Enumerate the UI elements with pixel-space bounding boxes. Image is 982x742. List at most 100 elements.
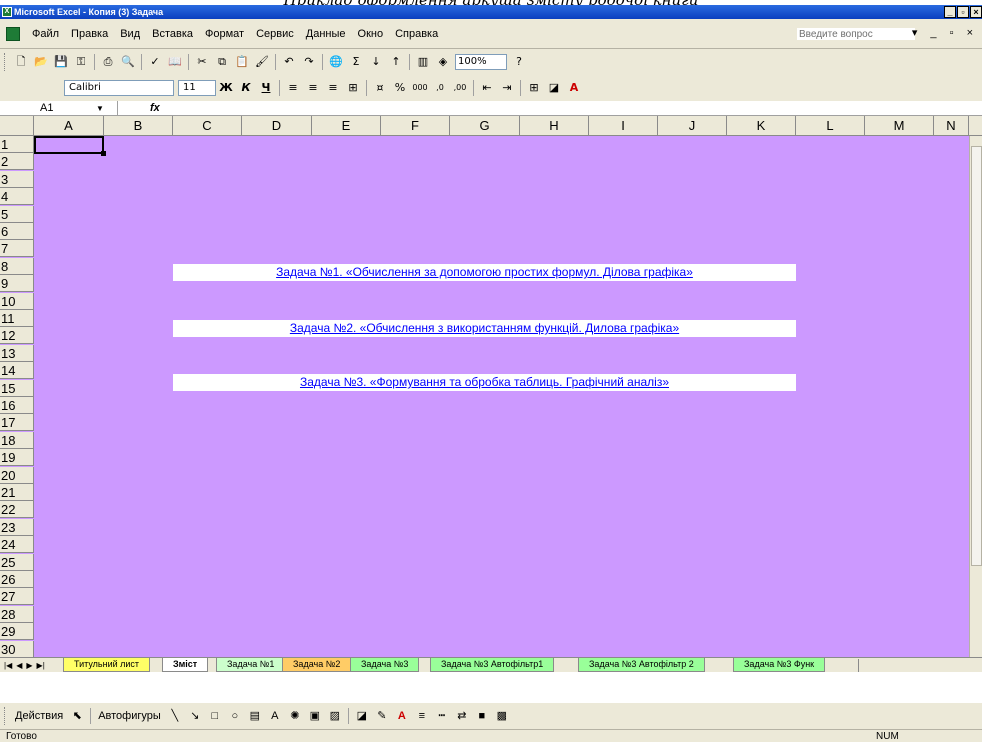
- menu-view[interactable]: Вид: [114, 28, 146, 40]
- row-header[interactable]: 27: [0, 588, 34, 606]
- format-painter-icon[interactable]: 🖌: [254, 54, 270, 70]
- help-question-input[interactable]: Введите вопрос: [796, 27, 916, 41]
- row-header[interactable]: 29: [0, 623, 34, 641]
- row-header[interactable]: 12: [0, 327, 34, 345]
- sheet-tab[interactable]: Задача №3 Функ: [733, 658, 826, 672]
- open-icon[interactable]: 📂: [33, 54, 49, 70]
- column-header[interactable]: J: [658, 116, 727, 136]
- sheet-tab[interactable]: Титульний лист: [63, 658, 151, 672]
- autosum-icon[interactable]: Σ: [348, 54, 364, 70]
- workbook-icon[interactable]: [6, 26, 20, 41]
- percent-icon[interactable]: %: [392, 80, 408, 96]
- print-icon[interactable]: ⎙: [100, 54, 116, 70]
- spelling-icon[interactable]: ✓: [147, 54, 163, 70]
- worksheet-grid[interactable]: A B C D E F G H I J K L M N 1 2 3 4 5 6 7 8 9 10 1…: [0, 116, 982, 657]
- row-header[interactable]: 17: [0, 414, 34, 432]
- toolbar-grip[interactable]: [4, 53, 7, 71]
- autoshapes-menu[interactable]: Автофигуры: [98, 710, 161, 722]
- row-header[interactable]: 10: [0, 292, 34, 310]
- sheet-tab[interactable]: Задача №2: [282, 658, 352, 672]
- merge-center-icon[interactable]: ⊞: [345, 80, 361, 96]
- chevron-down-icon[interactable]: ▼: [96, 101, 104, 116]
- font-color-icon[interactable]: A: [394, 708, 410, 724]
- row-header[interactable]: 11: [0, 310, 34, 327]
- row-header[interactable]: 26: [0, 571, 34, 588]
- row-header[interactable]: 9: [0, 275, 34, 293]
- select-objects-icon[interactable]: ⬉: [69, 708, 85, 724]
- align-right-icon[interactable]: ≡: [325, 80, 341, 96]
- last-sheet-icon[interactable]: ▶|: [37, 661, 45, 670]
- menu-insert[interactable]: Вставка: [146, 28, 199, 40]
- currency-icon[interactable]: ¤: [372, 80, 388, 96]
- copy-icon[interactable]: ⧉: [214, 54, 230, 70]
- draw-actions-menu[interactable]: Действия: [15, 710, 63, 722]
- toolbar-grip[interactable]: [4, 707, 7, 725]
- rectangle-icon[interactable]: □: [207, 708, 223, 724]
- excel-app-icon[interactable]: X: [2, 7, 12, 17]
- column-header[interactable]: D: [242, 116, 312, 136]
- paste-icon[interactable]: 📋: [234, 54, 250, 70]
- chart-wizard-icon[interactable]: ▥: [415, 54, 431, 70]
- align-left-icon[interactable]: ≡: [285, 80, 301, 96]
- font-name-select[interactable]: Calibri: [64, 80, 174, 96]
- row-header[interactable]: 20: [0, 466, 34, 484]
- task-1-link[interactable]: Задача №1. «Обчислення за допомогою прос…: [173, 264, 796, 281]
- increase-decimal-icon[interactable]: ,0: [432, 80, 448, 96]
- sheet-tab[interactable]: Задача №3: [350, 658, 420, 672]
- 3d-icon[interactable]: ▩: [494, 708, 510, 724]
- redo-icon[interactable]: ↷: [301, 54, 317, 70]
- row-header[interactable]: 21: [0, 484, 34, 501]
- bold-icon[interactable]: Ж: [218, 80, 234, 96]
- oval-icon[interactable]: ○: [227, 708, 243, 724]
- row-header[interactable]: 7: [0, 240, 34, 258]
- row-header[interactable]: 2: [0, 153, 34, 171]
- row-header[interactable]: 15: [0, 379, 34, 397]
- menu-edit[interactable]: Правка: [65, 28, 114, 40]
- document-window-controls[interactable]: ▾ _ ▫ ×: [912, 26, 978, 39]
- arrow-icon[interactable]: ↘: [187, 708, 203, 724]
- row-header[interactable]: 23: [0, 518, 34, 536]
- menu-format[interactable]: Формат: [199, 28, 250, 40]
- maximize-button[interactable]: ▫: [957, 6, 969, 18]
- active-cell-a1[interactable]: [34, 136, 106, 156]
- sheet-tab[interactable]: Задача №3 Автофільтр1: [430, 658, 555, 672]
- row-header[interactable]: 24: [0, 536, 34, 554]
- permission-icon[interactable]: ⚿: [73, 54, 89, 70]
- align-center-icon[interactable]: ≡: [305, 80, 321, 96]
- column-header[interactable]: G: [450, 116, 520, 136]
- sort-ascending-icon[interactable]: ↓: [368, 54, 384, 70]
- help-icon[interactable]: ?: [511, 54, 527, 70]
- row-header[interactable]: 14: [0, 362, 34, 380]
- sheet-tab[interactable]: Задача №3 Автофільтр 2: [578, 658, 705, 672]
- font-size-select[interactable]: 11: [178, 80, 216, 96]
- insert-function-icon[interactable]: fx: [150, 101, 160, 116]
- row-header[interactable]: 22: [0, 501, 34, 519]
- underline-icon[interactable]: Ч: [258, 80, 274, 96]
- sort-descending-icon[interactable]: ↑: [388, 54, 404, 70]
- borders-icon[interactable]: ⊞: [526, 80, 542, 96]
- menu-window[interactable]: Окно: [352, 28, 390, 40]
- arrow-style-icon[interactable]: ⇄: [454, 708, 470, 724]
- line-color-icon[interactable]: ✎: [374, 708, 390, 724]
- diagram-icon[interactable]: ✺: [287, 708, 303, 724]
- clipart-icon[interactable]: ▣: [307, 708, 323, 724]
- select-all-corner[interactable]: [0, 116, 34, 136]
- row-header[interactable]: 18: [0, 431, 34, 449]
- column-header[interactable]: M: [865, 116, 934, 136]
- row-header[interactable]: 6: [0, 223, 34, 240]
- row-header[interactable]: 4: [0, 188, 34, 206]
- decrease-decimal-icon[interactable]: ,00: [452, 80, 468, 96]
- column-header[interactable]: K: [727, 116, 796, 136]
- thousands-icon[interactable]: 000: [412, 80, 428, 96]
- textbox-icon[interactable]: ▤: [247, 708, 263, 724]
- research-icon[interactable]: 📖: [167, 54, 183, 70]
- fill-color-icon[interactable]: ◪: [354, 708, 370, 724]
- column-header[interactable]: B: [104, 116, 173, 136]
- picture-icon[interactable]: ▨: [327, 708, 343, 724]
- column-header[interactable]: N: [934, 116, 969, 136]
- line-style-icon[interactable]: ≡: [414, 708, 430, 724]
- minimize-button[interactable]: _: [944, 6, 956, 18]
- sheet-tab[interactable]: Задача №1: [216, 658, 286, 672]
- fill-color-icon[interactable]: ◪: [546, 80, 562, 96]
- task-3-link[interactable]: Задача №3. «Формування та обробка таблиц…: [173, 374, 796, 391]
